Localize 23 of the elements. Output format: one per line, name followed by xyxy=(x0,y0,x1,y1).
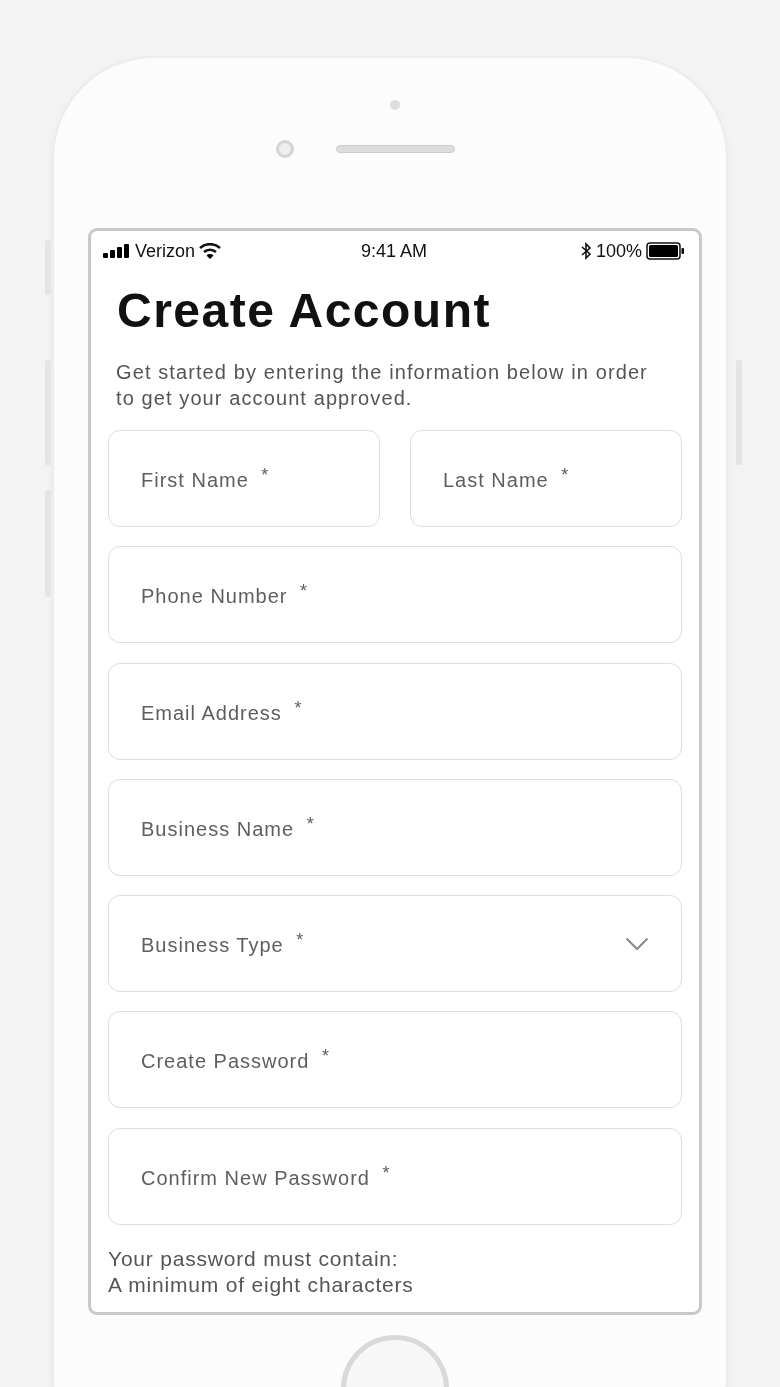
input-field[interactable]: First Name $^{*}$ xyxy=(108,430,380,527)
password-rule-text: Your password must contain: xyxy=(108,1245,399,1272)
input-field[interactable]: Email Address $^{*}$ xyxy=(108,662,682,760)
input-field[interactable]: Phone Number $^{*}$ xyxy=(108,546,682,644)
clock-time: 9:41 AM xyxy=(361,240,428,262)
carrier-name: Verizon xyxy=(135,240,196,262)
dropdown-field[interactable]: Business Type $^{*}$ xyxy=(108,895,682,993)
chevron-down-icon xyxy=(625,936,649,951)
battery-icon xyxy=(646,242,685,260)
bluetooth-icon xyxy=(580,242,592,260)
wifi-icon xyxy=(199,243,222,259)
camera-icon xyxy=(276,140,294,158)
input-field[interactable]: Create Password $^{*}$ xyxy=(108,1011,682,1109)
input-field[interactable]: Last Name $^{*}$ xyxy=(410,430,682,527)
signal-icon xyxy=(103,244,131,258)
page-title: Create Account xyxy=(117,283,492,339)
password-rule-text: A minimum of eight characters xyxy=(108,1271,414,1298)
intro-text: Get started by entering the information below in order to get your account approved. xyxy=(116,360,649,411)
battery-percent: 100% xyxy=(595,240,642,262)
input-field[interactable]: Business Name $^{*}$ xyxy=(108,778,682,876)
speaker-icon xyxy=(336,145,455,153)
sensor-icon xyxy=(390,100,400,110)
input-field[interactable]: Confirm New Password $^{*}$ xyxy=(108,1127,682,1225)
